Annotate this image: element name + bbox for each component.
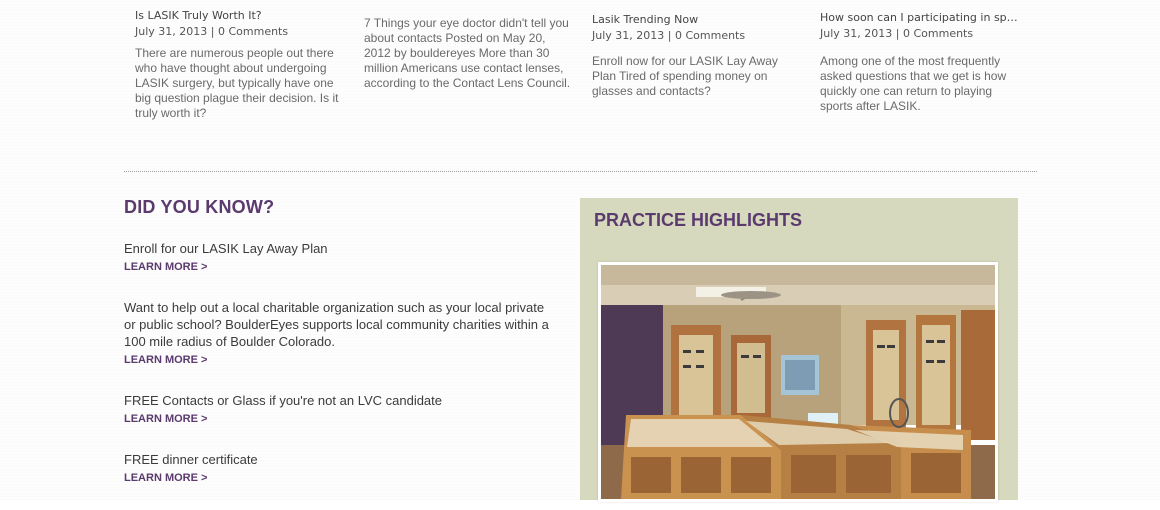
post-excerpt: There are numerous people out there who … bbox=[135, 46, 339, 120]
post-card: Is LASIK Truly Worth It? July 31, 2013 |… bbox=[135, 8, 345, 121]
section-divider bbox=[124, 171, 1037, 172]
post-title-link[interactable]: Lasik Trending Now bbox=[592, 12, 802, 28]
practice-highlights-heading: PRACTICE HIGHLIGHTS bbox=[594, 210, 803, 230]
post-card: Lasik Trending Now July 31, 2013 | 0 Com… bbox=[592, 12, 802, 99]
practice-photo[interactable] bbox=[598, 262, 998, 502]
did-you-know-text: FREE dinner certificate bbox=[124, 452, 258, 467]
post-date: July 31, 2013 bbox=[820, 27, 893, 40]
post-date: July 31, 2013 bbox=[592, 29, 665, 42]
post-card: How soon can I participating in spo... J… bbox=[820, 10, 1020, 114]
learn-more-link[interactable]: LEARN MORE > bbox=[124, 354, 207, 366]
meta-separator: | bbox=[210, 25, 215, 38]
post-comments-link[interactable]: 0 Comments bbox=[675, 29, 745, 42]
recent-posts: Is LASIK Truly Worth It? July 31, 2013 |… bbox=[0, 0, 1160, 140]
did-you-know-section: DID YOU KNOW? Enroll for our LASIK Lay A… bbox=[124, 197, 554, 510]
post-title-link[interactable]: Is LASIK Truly Worth It? bbox=[135, 8, 345, 24]
post-meta: July 31, 2013 | 0 Comments bbox=[592, 28, 802, 44]
optical-shop-illustration bbox=[601, 265, 995, 499]
did-you-know-heading: DID YOU KNOW? bbox=[124, 197, 275, 217]
post-excerpt: Among one of the most frequently asked q… bbox=[820, 54, 1007, 113]
post-date: July 31, 2013 bbox=[135, 25, 208, 38]
post-comments-link[interactable]: 0 Comments bbox=[218, 25, 288, 38]
post-comments-link[interactable]: 0 Comments bbox=[903, 27, 973, 40]
learn-more-link[interactable]: LEARN MORE > bbox=[124, 261, 207, 273]
meta-separator: | bbox=[667, 29, 672, 42]
post-meta: July 31, 2013 | 0 Comments bbox=[135, 24, 345, 40]
post-card: 7 Things your eye doctor didn't tell you… bbox=[364, 12, 574, 91]
did-you-know-text: Enroll for our LASIK Lay Away Plan bbox=[124, 241, 328, 256]
did-you-know-text: FREE Contacts or Glass if you're not an … bbox=[124, 393, 443, 408]
did-you-know-item: Want to help out a local charitable orga… bbox=[124, 299, 554, 368]
meta-separator: | bbox=[895, 27, 900, 40]
did-you-know-item: FREE Contacts or Glass if you're not an … bbox=[124, 392, 554, 427]
did-you-know-text: Want to help out a local charitable orga… bbox=[124, 300, 549, 349]
learn-more-link[interactable]: LEARN MORE > bbox=[124, 413, 207, 425]
post-title-link[interactable]: How soon can I participating in spo... bbox=[820, 10, 1020, 26]
learn-more-link[interactable]: LEARN MORE > bbox=[124, 472, 207, 484]
post-excerpt: Enroll now for our LASIK Lay Away Plan T… bbox=[592, 54, 778, 98]
did-you-know-item: FREE dinner certificate LEARN MORE > bbox=[124, 451, 554, 486]
post-excerpt: 7 Things your eye doctor didn't tell you… bbox=[364, 16, 571, 90]
practice-highlights-panel: PRACTICE HIGHLIGHTS bbox=[580, 198, 1018, 502]
did-you-know-item: Enroll for our LASIK Lay Away Plan LEARN… bbox=[124, 240, 554, 275]
post-meta: July 31, 2013 | 0 Comments bbox=[820, 26, 1020, 42]
